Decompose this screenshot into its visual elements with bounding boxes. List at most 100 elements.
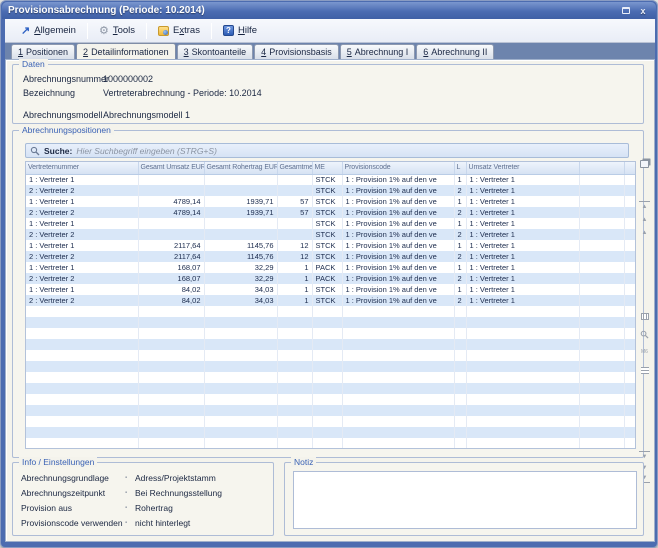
field-label: Bezeichnung xyxy=(23,88,103,98)
menu-hilfe[interactable]: ? Hilfe xyxy=(215,22,265,40)
table-row[interactable]: 1 : Vertreter 12117,641145,7612STCK1 : P… xyxy=(26,240,636,251)
columns-icon[interactable] xyxy=(639,311,650,321)
cell xyxy=(204,339,277,350)
cell xyxy=(204,218,277,229)
table-row[interactable] xyxy=(26,306,636,317)
table-row[interactable]: 2 : Vertreter 2STCK1 : Provision 1% auf … xyxy=(26,229,636,240)
cell xyxy=(579,405,624,416)
cell xyxy=(624,394,636,405)
cell xyxy=(579,438,624,449)
title-bar[interactable]: Provisionsabrechnung (Periode: 10.2014) … xyxy=(2,2,656,19)
cell xyxy=(579,218,624,229)
table-row[interactable] xyxy=(26,405,636,416)
table-row[interactable] xyxy=(26,427,636,438)
table-row[interactable] xyxy=(26,372,636,383)
cell: 57 xyxy=(277,207,312,218)
cell: STCK xyxy=(312,295,342,306)
table-row[interactable] xyxy=(26,317,636,328)
filter-icon[interactable] xyxy=(639,365,650,375)
menu-tools[interactable]: ⚙ Tools xyxy=(91,22,143,40)
cell: 84,02 xyxy=(138,295,204,306)
cell xyxy=(466,361,579,372)
tab-abrechnung-2[interactable]: 6Abrechnung II xyxy=(416,44,494,59)
cell xyxy=(204,306,277,317)
toolbar-separator xyxy=(211,23,212,39)
cell: 1 : Vertreter 1 xyxy=(26,284,138,295)
tab-skontoanteile[interactable]: 3Skontoanteile xyxy=(177,44,254,59)
cell: 1 : Vertreter 1 xyxy=(466,218,579,229)
table-row[interactable]: 2 : Vertreter 2STCK1 : Provision 1% auf … xyxy=(26,185,636,196)
cell xyxy=(342,394,454,405)
info-label: Abrechnungsgrundlage xyxy=(21,473,125,483)
cell: 12 xyxy=(277,240,312,251)
table-row[interactable] xyxy=(26,383,636,394)
tab-positionen[interactable]: 1Positionen xyxy=(11,44,75,59)
scroll-up-icon[interactable]: ▲ xyxy=(639,228,650,238)
cell xyxy=(138,306,204,317)
menu-allgemein[interactable]: ↗ Allgemein xyxy=(13,22,84,40)
table-row[interactable] xyxy=(26,438,636,449)
search-row-icon[interactable] xyxy=(639,329,650,339)
cell xyxy=(138,361,204,372)
table-row[interactable]: 2 : Vertreter 22117,641145,7612STCK1 : P… xyxy=(26,251,636,262)
bullet-icon: ▪ xyxy=(125,505,135,511)
cell xyxy=(579,350,624,361)
provisionsabrechnung-window: Provisionsabrechnung (Periode: 10.2014) … xyxy=(0,0,658,548)
table-row[interactable]: 2 : Vertreter 24789,141939,7157STCK1 : P… xyxy=(26,207,636,218)
search-input[interactable] xyxy=(76,146,624,156)
table-row[interactable]: 1 : Vertreter 14789,141939,7157STCK1 : P… xyxy=(26,196,636,207)
cell xyxy=(579,339,624,350)
cell xyxy=(624,317,636,328)
info-abrechnungszeitpunkt: Abrechnungszeitpunkt ▪ Bei Rechnungsstel… xyxy=(21,488,222,498)
table-row[interactable] xyxy=(26,361,636,372)
notiz-textarea[interactable] xyxy=(293,471,637,529)
cell xyxy=(138,328,204,339)
cell xyxy=(466,427,579,438)
help-icon: ? xyxy=(223,25,234,36)
tab-provisionsbasis[interactable]: 4Provisionsbasis xyxy=(254,44,339,59)
close-button[interactable]: x xyxy=(636,5,650,17)
table-row[interactable] xyxy=(26,350,636,361)
toolbar-separator xyxy=(146,23,147,39)
cell xyxy=(624,174,636,185)
table-row[interactable] xyxy=(26,394,636,405)
cell: STCK xyxy=(312,240,342,251)
scroll-down-icon[interactable]: ▼ xyxy=(639,451,650,461)
table-row[interactable] xyxy=(26,416,636,427)
search-label: Suche: xyxy=(44,146,72,156)
table-row[interactable] xyxy=(26,339,636,350)
cell xyxy=(624,416,636,427)
info-label: Provision aus xyxy=(21,503,125,513)
multiselect-icon[interactable]: M6 xyxy=(639,347,650,357)
cell: 2 : Vertreter 2 xyxy=(26,273,138,284)
table-row[interactable]: 1 : Vertreter 1168,0732,291PACK1 : Provi… xyxy=(26,262,636,273)
tab-abrechnung-1[interactable]: 5Abrechnung I xyxy=(340,44,416,59)
cell: 1 : Vertreter 1 xyxy=(26,240,138,251)
cell xyxy=(579,317,624,328)
cascade-icon[interactable] xyxy=(639,159,650,169)
tab-detailinformationen[interactable]: 2Detailinformationen xyxy=(76,43,176,59)
grid-header-row[interactable]: Vertreternummer Gesamt Umsatz EUR Gesamt… xyxy=(26,162,636,174)
scroll-to-top-icon[interactable]: ▲ xyxy=(639,201,650,211)
cell: 2 : Vertreter 2 xyxy=(26,207,138,218)
table-row[interactable]: 1 : Vertreter 1STCK1 : Provision 1% auf … xyxy=(26,174,636,185)
restore-button[interactable] xyxy=(619,5,633,17)
table-row[interactable]: 1 : Vertreter 1STCK1 : Provision 1% auf … xyxy=(26,218,636,229)
cell xyxy=(277,383,312,394)
cell xyxy=(138,350,204,361)
cell xyxy=(277,317,312,328)
cell xyxy=(466,306,579,317)
scroll-page-up-icon[interactable]: ▲ xyxy=(639,215,650,225)
table-row[interactable]: 1 : Vertreter 184,0234,031STCK1 : Provis… xyxy=(26,284,636,295)
group-positionen-legend: Abrechnungspositionen xyxy=(19,125,114,135)
close-icon: x xyxy=(640,6,645,16)
cell xyxy=(624,273,636,284)
positions-grid[interactable]: Vertreternummer Gesamt Umsatz EUR Gesamt… xyxy=(25,161,636,449)
search-bar[interactable]: Suche: xyxy=(25,143,629,158)
table-row[interactable]: 2 : Vertreter 2168,0732,291PACK1 : Provi… xyxy=(26,273,636,284)
table-row[interactable] xyxy=(26,328,636,339)
table-row[interactable]: 2 : Vertreter 284,0234,031STCK1 : Provis… xyxy=(26,295,636,306)
menu-extras[interactable]: Extras xyxy=(150,22,208,40)
cell xyxy=(454,427,466,438)
cell xyxy=(579,240,624,251)
